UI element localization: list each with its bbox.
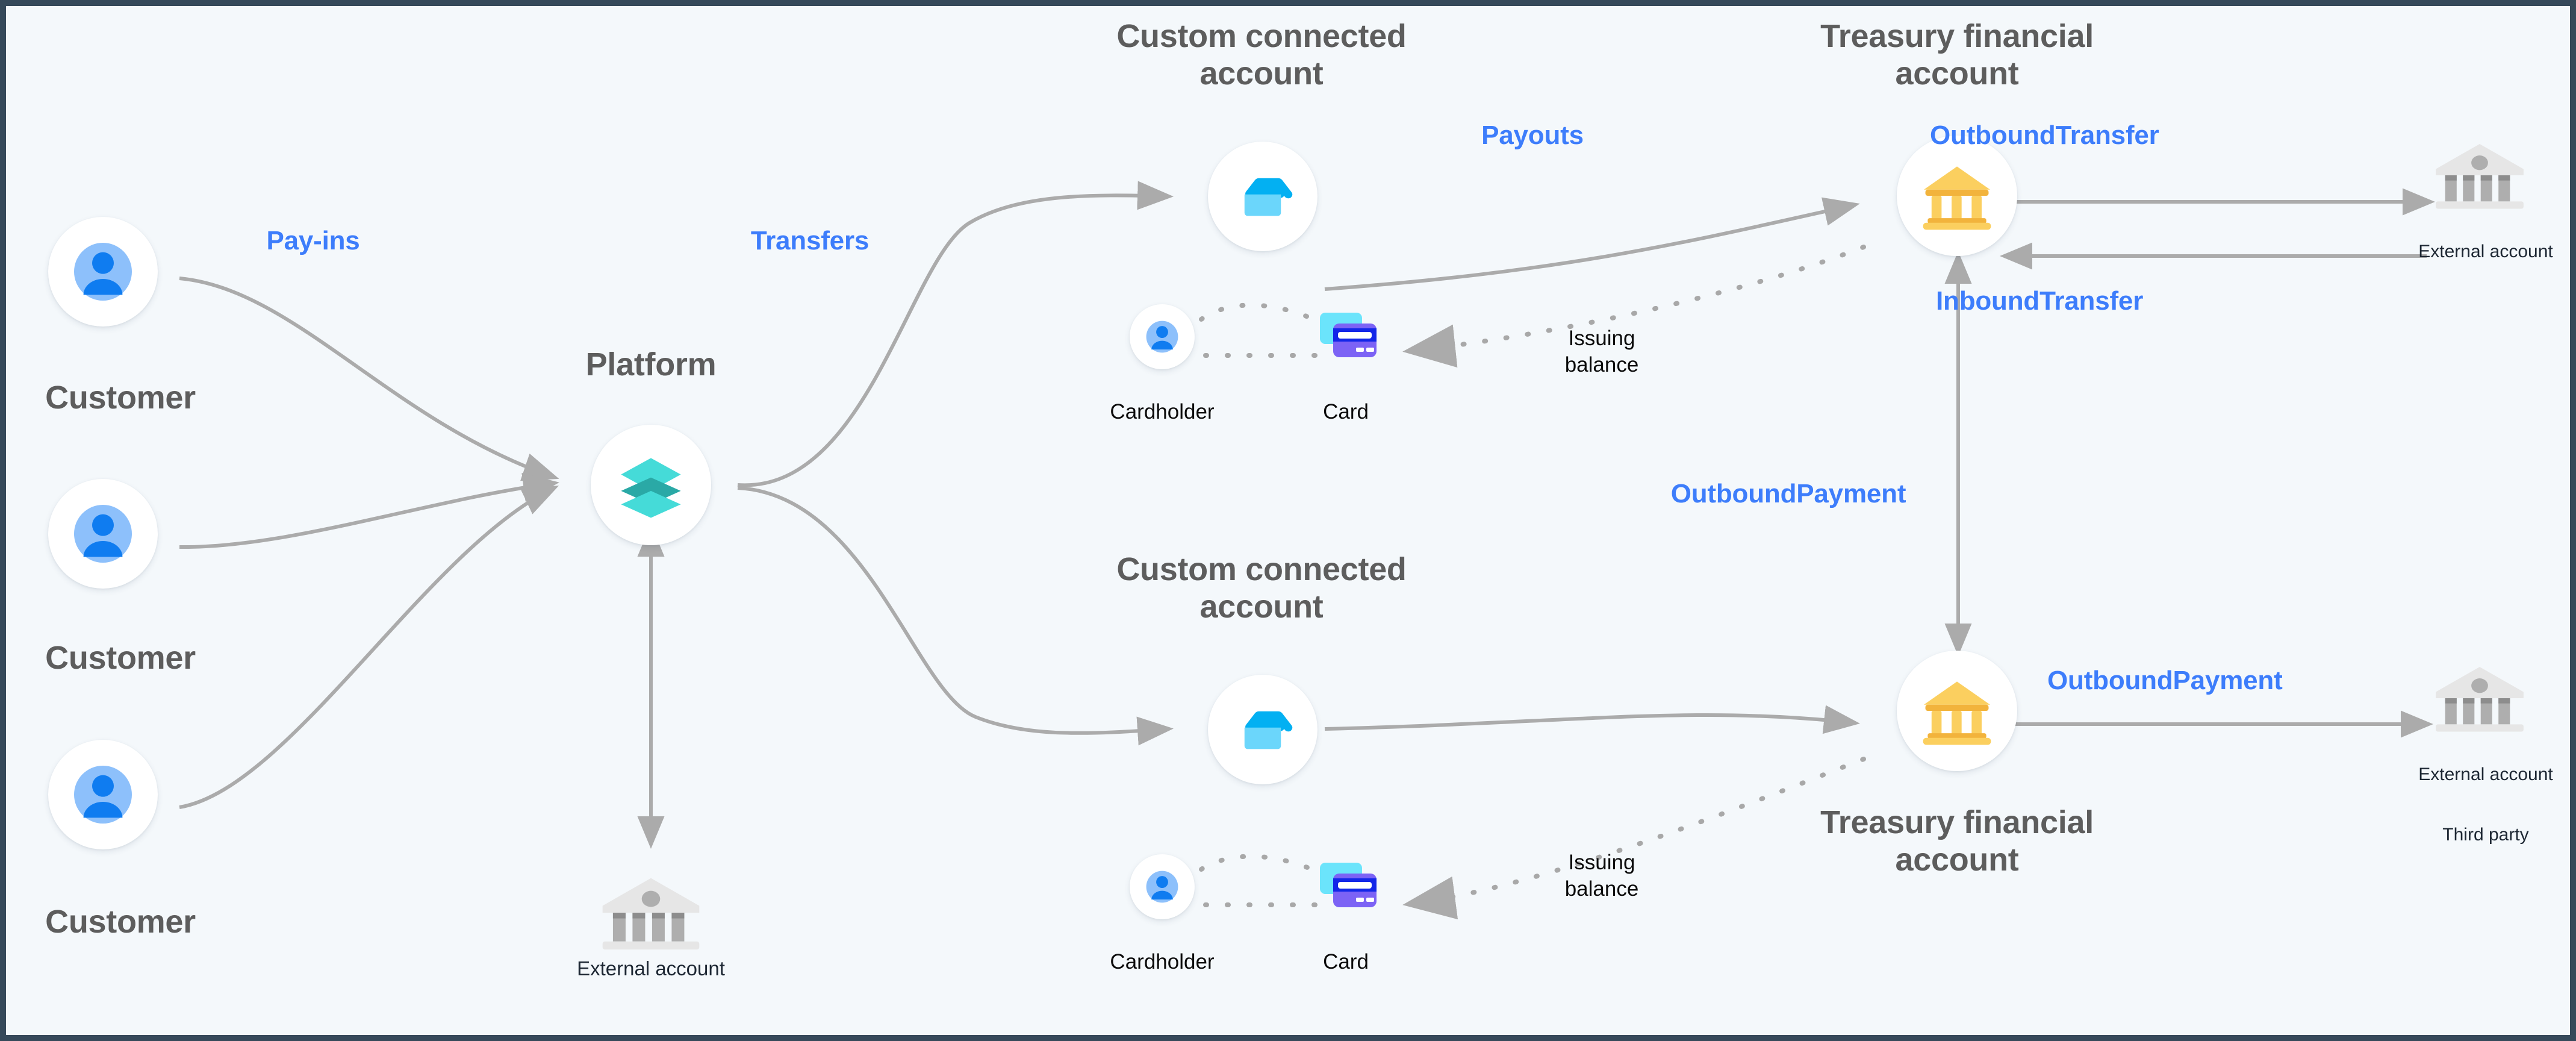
person-avatar-icon [74,766,132,824]
bank-gold-icon [1923,166,1991,230]
person-avatar-icon [1146,320,1178,353]
external-account-label-2: External account [2418,764,2553,784]
card-node-2[interactable] [1319,860,1379,919]
person-avatar-icon [1146,871,1178,903]
bank-gray-icon [602,878,700,950]
diagram-canvas: Customer Customer Customer Pay-ins Platf… [0,0,2576,1041]
bank-gold-icon [1923,681,1991,745]
customer-node-3[interactable] [48,740,158,849]
customer-node-2[interactable] [48,479,158,589]
bank-gray-icon [2436,143,2524,209]
pay-in-edges [179,277,559,809]
treasury-node-2[interactable] [1897,651,2017,771]
connected-account-title-2: Custom connected account [1116,551,1407,625]
treasury-title-2: Treasury financial account [1820,804,2094,878]
cardholder-label-1: Cardholder [1110,400,1215,424]
outbound-payment-right-label: OutboundPayment [2047,666,2283,695]
cardholder-node-1[interactable] [1130,304,1195,369]
payouts-edge-label: Payouts [1481,120,1584,150]
third-party-label: Third party [2442,825,2529,845]
person-avatar-icon [74,505,132,563]
transfer-edges [737,181,1174,746]
external-account-node-1[interactable] [2425,140,2546,214]
customer-label-1: Customer [45,380,196,416]
cardholder-label-2: Cardholder [1110,950,1215,974]
card-label-2: Card [1323,950,1369,974]
platform-node[interactable] [591,425,711,545]
person-avatar-icon [74,243,132,301]
outbound-payment-vertical-label: OutboundPayment [1670,479,1906,508]
platform-title: Platform [585,346,717,383]
treasury-title-1: Treasury financial account [1820,18,2094,92]
storefront-icon [1244,711,1293,749]
card-node-1[interactable] [1319,310,1379,369]
external-account-node-2[interactable] [2425,663,2546,737]
credit-card-icon [1320,313,1377,357]
treasury-node-1[interactable] [1897,136,2017,256]
customer-label-3: Customer [45,904,196,940]
connected-account-title-1: Custom connected account [1116,18,1407,92]
card-label-1: Card [1323,400,1369,424]
connected-account-node-2[interactable] [1208,675,1318,784]
payouts-edge-2 [1324,705,1860,734]
connected-account-node-1[interactable] [1208,142,1318,251]
bank-gray-icon [2436,666,2524,732]
pay-ins-edge-label: Pay-ins [266,226,360,255]
platform-external-account-node[interactable] [591,874,711,955]
payouts-edge [1324,197,1860,291]
issuing-balance-label-2: Issuing balance [1564,851,1639,901]
customer-label-2: Customer [45,640,196,676]
issuing-balance-label-1: Issuing balance [1564,327,1639,377]
platform-external-account-label: External account [577,957,725,980]
external-account-label-1: External account [2418,242,2553,261]
outbound-transfer-edge-label: OutboundTransfer [1930,120,2159,150]
credit-card-icon [1320,863,1377,907]
layers-stack-icon [621,458,681,518]
cardholder-node-2[interactable] [1130,854,1195,919]
customer-node-1[interactable] [48,217,158,327]
transfers-edge-label: Transfers [750,226,870,255]
inbound-transfer-edge-label: InboundTransfer [1936,286,2144,316]
storefront-icon [1244,178,1293,216]
